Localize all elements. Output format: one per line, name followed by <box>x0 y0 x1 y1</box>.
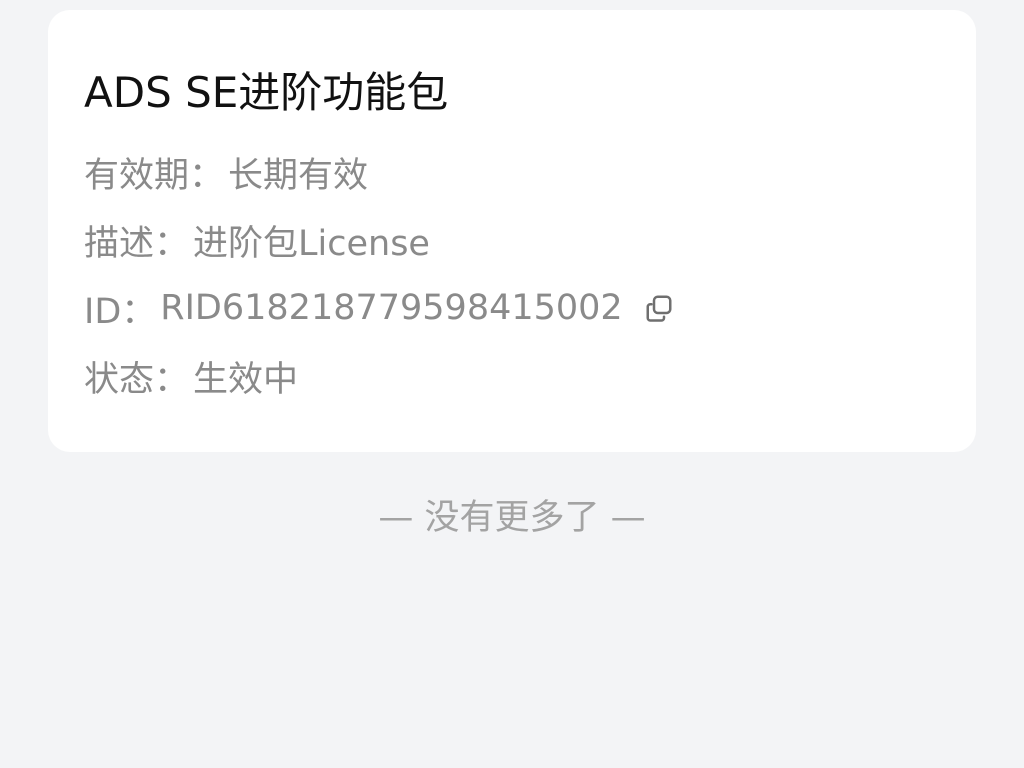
id-row: ID： RID618218779598415002 <box>84 288 940 332</box>
card-title: ADS SE进阶功能包 <box>84 68 449 117</box>
description-label: 描述： <box>84 223 190 264</box>
validity-value: 长期有效 <box>228 155 369 196</box>
id-value: RID618218779598415002 <box>160 288 623 328</box>
license-card: ADS SE进阶功能包 有效期： 长期有效 描述： 进阶包License ID：… <box>48 10 976 452</box>
status-label: 状态： <box>84 359 190 400</box>
copy-id-button[interactable] <box>639 288 679 328</box>
description-value: 进阶包License <box>193 223 430 264</box>
no-more-footer: — 没有更多了 — <box>378 498 646 538</box>
status-row: 状态： 生效中 <box>84 356 940 400</box>
id-label: ID： <box>84 291 157 332</box>
status-value: 生效中 <box>193 359 299 400</box>
description-row: 描述： 进阶包License <box>84 220 940 264</box>
validity-row: 有效期： 长期有效 <box>84 152 940 196</box>
copy-icon <box>646 295 672 322</box>
validity-label: 有效期： <box>84 155 225 196</box>
